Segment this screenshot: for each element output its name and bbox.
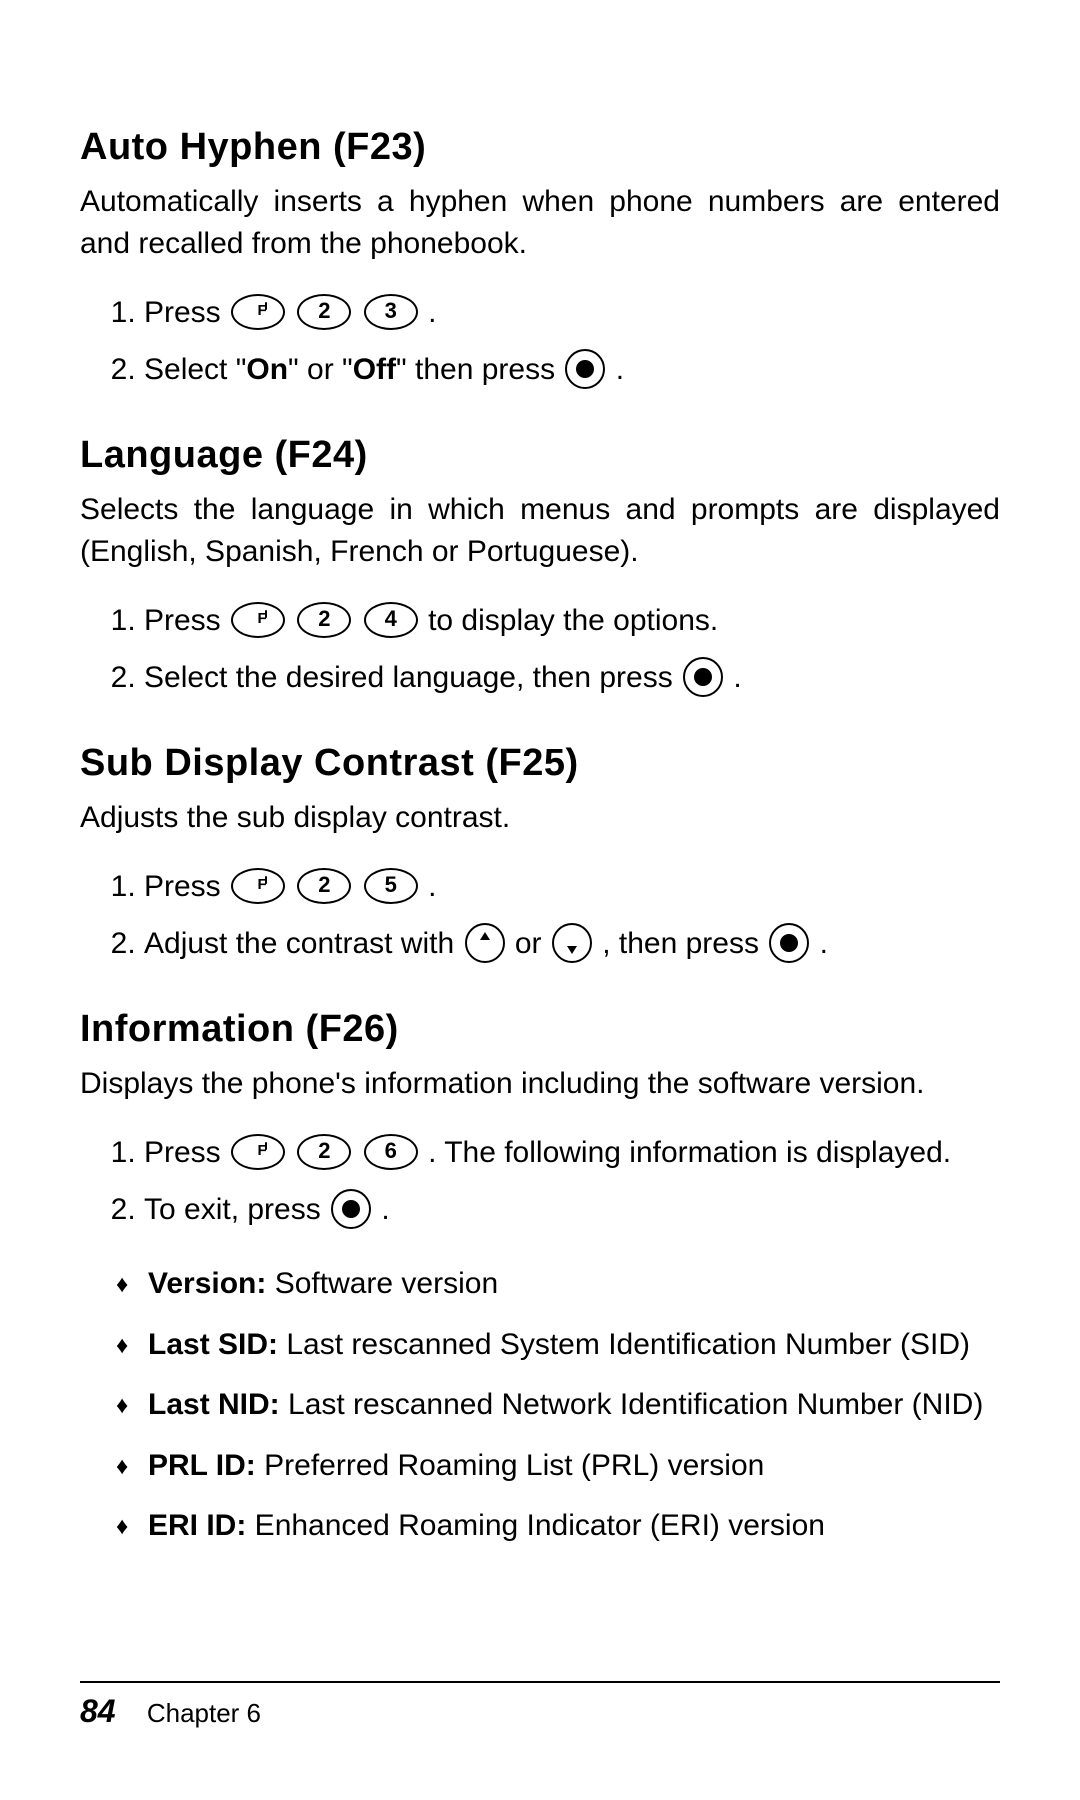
step-text: , then press <box>602 927 767 960</box>
step-text: Select " <box>144 353 246 386</box>
step-text: Adjust the contrast with <box>144 927 463 960</box>
step-item: Adjust the contrast with or , then press… <box>144 916 1000 973</box>
section-heading: Sub Display Contrast (F25) <box>80 742 1000 785</box>
step-text: Press <box>144 870 229 903</box>
info-label: Last SID: <box>148 1328 278 1361</box>
info-text: Last rescanned Network Identification Nu… <box>280 1388 984 1421</box>
key-ok-icon <box>769 923 809 963</box>
info-label: Version: <box>148 1267 266 1300</box>
info-item: ERI ID: Enhanced Roaming Indicator (ERI)… <box>116 1496 1000 1557</box>
key-6-icon: 6 <box>364 1134 418 1170</box>
step-list: Press 2 6 . The following information is… <box>80 1125 1000 1238</box>
step-text: . <box>428 296 436 329</box>
section-desc: Displays the phone's information includi… <box>80 1063 1000 1105</box>
info-text: Preferred Roaming List (PRL) version <box>256 1449 765 1482</box>
step-text: . <box>616 353 624 386</box>
info-text: Enhanced Roaming Indicator (ERI) version <box>246 1509 825 1542</box>
step-item: Press 2 5 . <box>144 859 1000 916</box>
step-text: To exit, press <box>144 1193 329 1226</box>
info-item: Last SID: Last rescanned System Identifi… <box>116 1315 1000 1376</box>
step-text: . <box>820 927 828 960</box>
key-f-icon <box>231 1134 285 1170</box>
step-item: Press 2 6 . The following information is… <box>144 1125 1000 1182</box>
step-list: Press 2 5 . Adjust the contrast with or … <box>80 859 1000 972</box>
section-heading: Language (F24) <box>80 434 1000 477</box>
step-text: Select the desired language, then press <box>144 661 681 694</box>
key-3-icon: 3 <box>364 294 418 330</box>
section-heading: Auto Hyphen (F23) <box>80 126 1000 169</box>
section-desc: Automatically inserts a hyphen when phon… <box>80 181 1000 265</box>
key-ok-icon <box>683 657 723 697</box>
key-f-icon <box>231 868 285 904</box>
info-label: PRL ID: <box>148 1449 256 1482</box>
step-text: " then press <box>396 353 563 386</box>
key-5-icon: 5 <box>364 868 418 904</box>
page-number: 84 <box>80 1693 116 1729</box>
bold-text: Off <box>353 353 396 386</box>
step-item: Press 2 3 . <box>144 285 1000 342</box>
info-label: ERI ID: <box>148 1509 246 1542</box>
key-2-icon: 2 <box>297 294 351 330</box>
step-text: to display the options. <box>428 604 718 637</box>
step-list: Press 2 3 . Select "On" or "Off" then pr… <box>80 285 1000 398</box>
step-text: . <box>381 1193 389 1226</box>
page-footer: 84 Chapter 6 <box>80 1681 1000 1730</box>
step-text: Press <box>144 296 229 329</box>
step-list: Press 2 4 to display the options. Select… <box>80 593 1000 706</box>
info-text: Software version <box>266 1267 498 1300</box>
section-desc: Selects the language in which menus and … <box>80 489 1000 573</box>
chapter-label: Chapter 6 <box>147 1698 261 1728</box>
step-text: or <box>515 927 550 960</box>
key-2-icon: 2 <box>297 602 351 638</box>
info-list: Version: Software version Last SID: Last… <box>80 1254 1000 1557</box>
step-text: . <box>733 661 741 694</box>
step-text: " or " <box>288 353 353 386</box>
key-down-icon <box>552 923 592 963</box>
bold-text: On <box>246 353 288 386</box>
step-text: Press <box>144 1136 229 1169</box>
step-text: . The following information is displayed… <box>428 1136 951 1169</box>
key-f-icon <box>231 294 285 330</box>
info-item: Last NID: Last rescanned Network Identif… <box>116 1375 1000 1436</box>
step-item: Press 2 4 to display the options. <box>144 593 1000 650</box>
key-up-icon <box>465 923 505 963</box>
info-label: Last NID: <box>148 1388 280 1421</box>
key-2-icon: 2 <box>297 868 351 904</box>
key-4-icon: 4 <box>364 602 418 638</box>
key-2-icon: 2 <box>297 1134 351 1170</box>
manual-page: Auto Hyphen (F23) Automatically inserts … <box>0 0 1080 1800</box>
key-ok-icon <box>331 1189 371 1229</box>
step-text: Press <box>144 604 229 637</box>
info-item: Version: Software version <box>116 1254 1000 1315</box>
info-item: PRL ID: Preferred Roaming List (PRL) ver… <box>116 1436 1000 1497</box>
step-text: . <box>428 870 436 903</box>
section-heading: Information (F26) <box>80 1008 1000 1051</box>
step-item: Select the desired language, then press … <box>144 650 1000 707</box>
info-text: Last rescanned System Identification Num… <box>278 1328 970 1361</box>
key-ok-icon <box>565 349 605 389</box>
section-desc: Adjusts the sub display contrast. <box>80 797 1000 839</box>
key-f-icon <box>231 602 285 638</box>
step-item: Select "On" or "Off" then press . <box>144 342 1000 399</box>
step-item: To exit, press . <box>144 1182 1000 1239</box>
